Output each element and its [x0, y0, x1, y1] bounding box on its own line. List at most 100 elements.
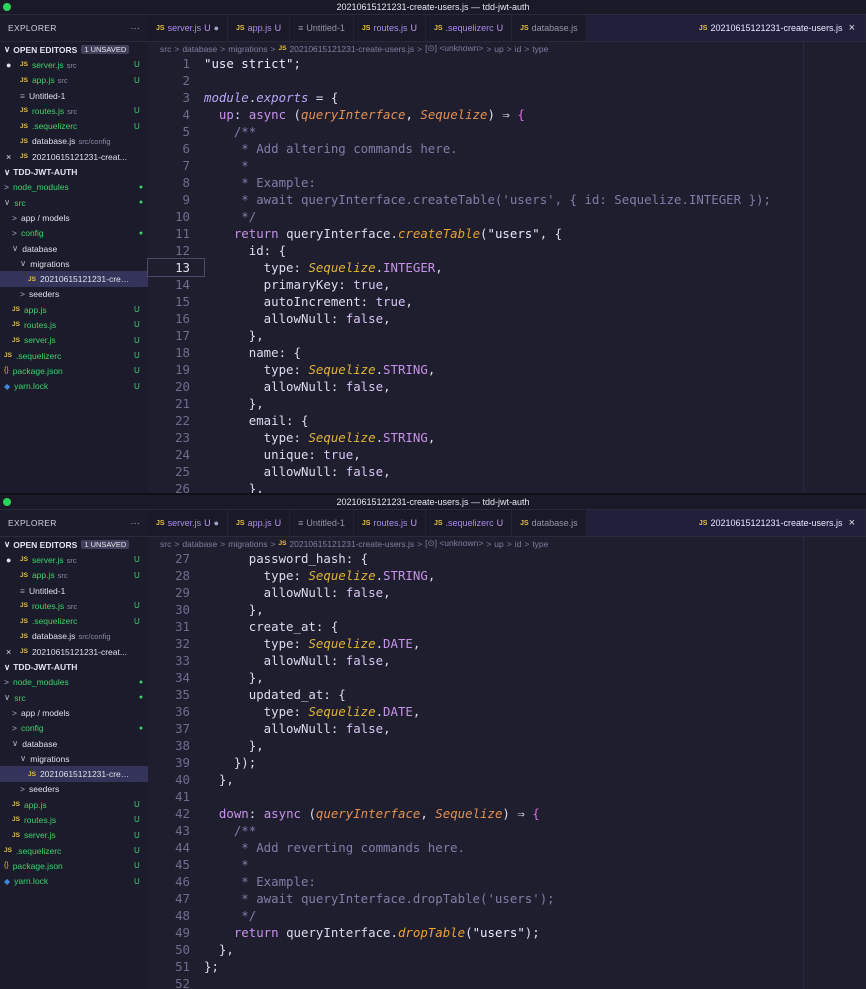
code-line[interactable]: 18 name: { [148, 344, 866, 361]
tree-item[interactable]: JS 20210615121231-creat... [0, 271, 148, 287]
tree-item[interactable]: JS routes.js U [0, 317, 148, 332]
code-line[interactable]: 39 }); [148, 754, 866, 771]
code-line[interactable]: 15 autoIncrement: true, [148, 293, 866, 310]
open-editor-item[interactable]: JS routes.js src U [0, 103, 148, 118]
tree-item[interactable]: ∨ src ● [0, 690, 148, 705]
editor-pane[interactable]: src > database > migrations > JS 20210615121231… [148, 537, 866, 989]
breadcrumb-symbol[interactable]: type [532, 539, 548, 549]
code-line[interactable]: 25 allowNull: false, [148, 463, 866, 480]
code-line[interactable]: 38 }, [148, 737, 866, 754]
open-editor-item[interactable]: JS .sequelizerc U [0, 613, 148, 628]
explorer-more-button[interactable]: ··· [131, 518, 140, 528]
close-icon[interactable]: × [6, 647, 20, 657]
window-dot-icon[interactable] [3, 3, 11, 11]
breadcrumb-item[interactable]: database [182, 539, 217, 549]
code-line[interactable]: 30 }, [148, 601, 866, 618]
open-editor-item[interactable]: JS .sequelizerc U [0, 118, 148, 133]
code-line[interactable]: 43 /** [148, 822, 866, 839]
close-tab-icon[interactable]: × [849, 22, 855, 34]
code-line[interactable]: 44 * Add reverting commands here. [148, 839, 866, 856]
tree-item[interactable]: JS app.js U [0, 302, 148, 317]
open-editor-item[interactable]: JS database.js src/config [0, 629, 148, 644]
tree-item[interactable]: > app / models [0, 705, 148, 720]
open-editors-header[interactable]: ∨ OPEN EDITORS 1 UNSAVED [0, 537, 148, 552]
code-line[interactable]: 41 [148, 788, 866, 805]
tree-item[interactable]: > node_modules ● [0, 675, 148, 690]
open-editors-header[interactable]: ∨ OPEN EDITORS 1 UNSAVED [0, 42, 148, 57]
code-line[interactable]: 17 }, [148, 327, 866, 344]
tab-1[interactable]: JS app.js U [228, 510, 291, 536]
close-tab-icon[interactable]: × [849, 517, 855, 529]
tree-item[interactable]: ∨ src ● [0, 195, 148, 210]
open-editor-item[interactable]: ● JS server.js src U [0, 552, 148, 567]
code-line[interactable]: 26 }, [148, 480, 866, 493]
breadcrumb-item[interactable]: src [160, 44, 171, 54]
breadcrumb-symbol[interactable]: up [494, 539, 503, 549]
open-editor-item[interactable]: JS app.js src U [0, 73, 148, 88]
open-editor-item[interactable]: ≡ Untitled-1 [0, 88, 148, 103]
tab-2[interactable]: ≡ Untitled-1 [290, 15, 354, 41]
code-line[interactable]: 13 type: Sequelize.INTEGER, [147, 258, 866, 277]
tab-6[interactable]: JS 20210615121231-create-users.js × [586, 15, 866, 41]
editor-pane[interactable]: src > database > migrations > JS 20210615121231… [147, 42, 866, 493]
window-dot-icon[interactable] [3, 498, 11, 506]
tree-item[interactable]: JS server.js U [0, 828, 148, 843]
code-line[interactable]: 48 */ [148, 907, 866, 924]
code-line[interactable]: 22 email: { [148, 412, 866, 429]
breadcrumb-symbol[interactable]: up [494, 44, 503, 54]
code-line[interactable]: 19 type: Sequelize.STRING, [148, 361, 866, 378]
tree-item[interactable]: > config ● [0, 226, 148, 241]
tree-item[interactable]: ◆ yarn.lock U [0, 379, 148, 394]
tab-4[interactable]: JS .sequelizerc U [426, 15, 513, 41]
tab-0[interactable]: JS server.js U ● [148, 510, 229, 536]
code-line[interactable]: 14 primaryKey: true, [148, 276, 866, 293]
tree-item[interactable]: JS routes.js U [0, 812, 148, 827]
tab-5[interactable]: JS database.js [512, 15, 587, 41]
tree-item[interactable]: {} package.json U [0, 363, 148, 378]
tree-item[interactable]: > app / models [0, 210, 148, 225]
breadcrumb-file[interactable]: 20210615121231-create-users.js [289, 539, 414, 549]
breadcrumb-symbol[interactable]: type [532, 44, 548, 54]
project-header[interactable]: ∨ TDD-JWT-AUTH [0, 659, 148, 674]
tree-item[interactable]: ∨ database [0, 736, 148, 751]
open-editor-item[interactable]: × JS 20210615121231-creat... [0, 644, 148, 659]
tab-4[interactable]: JS .sequelizerc U [426, 510, 513, 536]
code-line[interactable]: 31 create_at: { [148, 618, 866, 635]
code-line[interactable]: 4 up: async (queryInterface, Sequelize) … [148, 106, 866, 123]
code-line[interactable]: 5 /** [148, 123, 866, 140]
code-line[interactable]: 36 type: Sequelize.DATE, [148, 703, 866, 720]
code-area[interactable]: 27 password_hash: {28 type: Sequelize.ST… [148, 550, 866, 989]
code-line[interactable]: 27 password_hash: { [148, 550, 866, 567]
code-line[interactable]: 12 id: { [148, 242, 866, 259]
code-line[interactable]: 16 allowNull: false, [148, 310, 866, 327]
code-line[interactable]: 8 * Example: [148, 174, 866, 191]
code-line[interactable]: 49 return queryInterface.dropTable("user… [148, 924, 866, 941]
tree-item[interactable]: ◆ yarn.lock U [0, 874, 148, 889]
code-line[interactable]: 21 }, [148, 395, 866, 412]
code-line[interactable]: 33 allowNull: false, [148, 652, 866, 669]
code-line[interactable]: 2 [148, 72, 866, 89]
code-line[interactable]: 1 "use strict"; [148, 55, 866, 72]
tree-item[interactable]: ∨ migrations [0, 256, 148, 271]
code-line[interactable]: 42 down: async (queryInterface, Sequeliz… [148, 805, 866, 822]
breadcrumb-item[interactable]: src [160, 539, 171, 549]
tab-2[interactable]: ≡ Untitled-1 [290, 510, 354, 536]
code-line[interactable]: 50 }, [148, 941, 866, 958]
tree-item[interactable]: > seeders [0, 287, 148, 302]
code-line[interactable]: 20 allowNull: false, [148, 378, 866, 395]
tree-item[interactable]: JS app.js U [0, 797, 148, 812]
code-line[interactable]: 46 * Example: [148, 873, 866, 890]
tab-1[interactable]: JS app.js U [228, 15, 291, 41]
tab-5[interactable]: JS database.js [512, 510, 587, 536]
code-line[interactable]: 3 module.exports = { [148, 89, 866, 106]
tree-item[interactable]: ∨ database [0, 241, 148, 256]
breadcrumb-symbol[interactable]: id [515, 44, 522, 54]
open-editor-item[interactable]: ● JS server.js src U [0, 57, 148, 72]
open-editor-item[interactable]: ≡ Untitled-1 [0, 583, 148, 598]
code-line[interactable]: 7 * [148, 157, 866, 174]
tree-item[interactable]: JS 20210615121231-creat... [0, 766, 148, 782]
code-line[interactable]: 47 * await queryInterface.dropTable('use… [148, 890, 866, 907]
project-header[interactable]: ∨ TDD-JWT-AUTH [0, 164, 148, 179]
open-editor-item[interactable]: JS app.js src U [0, 568, 148, 583]
tree-item[interactable]: JS .sequelizerc U [0, 843, 148, 858]
